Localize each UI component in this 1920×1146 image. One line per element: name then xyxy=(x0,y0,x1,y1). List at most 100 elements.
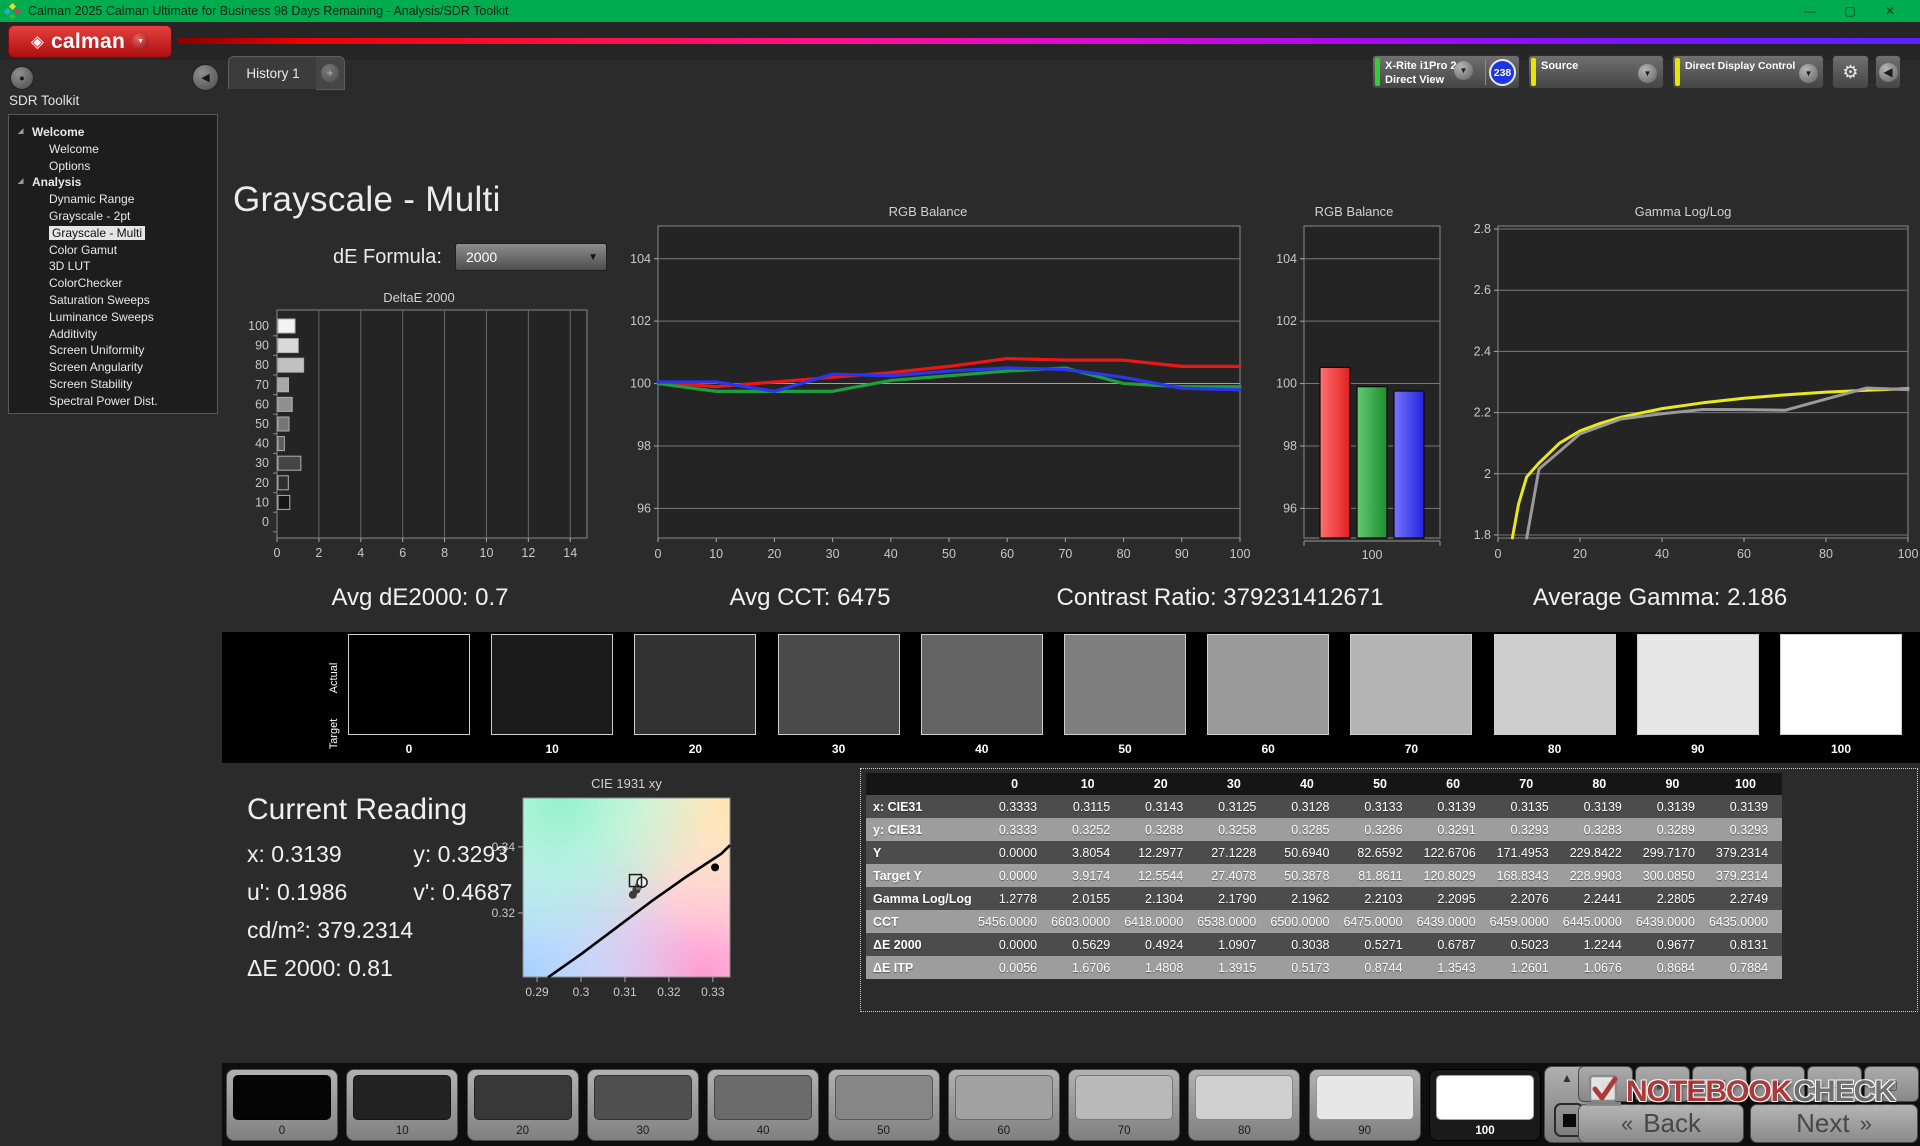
pattern-button-100[interactable]: 100 xyxy=(1429,1069,1541,1141)
close-button[interactable]: ✕ xyxy=(1870,0,1910,22)
pattern-button-30[interactable]: 30 xyxy=(587,1069,699,1141)
swatch-80 xyxy=(1494,634,1616,735)
workflow-tree: ◢WelcomeWelcomeOptions◢AnalysisDynamic R… xyxy=(8,114,218,414)
svg-text:70: 70 xyxy=(255,378,269,392)
pattern-button-10[interactable]: 10 xyxy=(346,1069,458,1141)
pattern-button-20[interactable]: 20 xyxy=(467,1069,579,1141)
pattern-label: 0 xyxy=(227,1125,337,1137)
minimize-button[interactable]: — xyxy=(1790,0,1830,22)
sidebar-item-grayscale-2pt[interactable]: Grayscale - 2pt xyxy=(9,208,217,225)
chevron-down-icon[interactable]: ▼ xyxy=(1799,64,1818,83)
workspace-options-button[interactable]: ● xyxy=(10,66,34,90)
svg-text:40: 40 xyxy=(1655,547,1669,561)
value-cell: 6603.0000 xyxy=(1051,910,1124,933)
sidebar-item-3d-lut[interactable]: 3D LUT xyxy=(9,258,217,275)
transport-button-3[interactable]: ▤ xyxy=(1692,1066,1747,1102)
value-cell: 0.8744 xyxy=(1343,956,1416,979)
svg-text:0.31: 0.31 xyxy=(613,985,637,999)
sidebar-item-colorchecker[interactable]: ColorChecker xyxy=(9,275,217,292)
calman-logo-text: calman xyxy=(51,30,125,54)
value-cell: 6439.0000 xyxy=(1636,910,1709,933)
chevron-down-icon[interactable]: ▼ xyxy=(1454,61,1473,80)
transport-button-1[interactable]: ◼ xyxy=(1578,1066,1633,1102)
value-cell: 0.3125 xyxy=(1197,795,1270,818)
value-cell: 2.1304 xyxy=(1124,887,1197,910)
transport-button-2[interactable]: ▶ xyxy=(1635,1066,1690,1102)
col-header: 0 xyxy=(978,773,1051,795)
sidebar-title: SDR Toolkit xyxy=(9,93,79,108)
target-swatch xyxy=(779,691,899,734)
sidebar-item-label: Welcome xyxy=(32,125,84,139)
pattern-button-40[interactable]: 40 xyxy=(707,1069,819,1141)
svg-text:20: 20 xyxy=(255,476,269,490)
pattern-button-80[interactable]: 80 xyxy=(1188,1069,1300,1141)
calman-menu-button[interactable]: ◈ calman ▼ xyxy=(8,25,172,58)
pattern-button-60[interactable]: 60 xyxy=(948,1069,1060,1141)
swatch-level-label: 90 xyxy=(1637,742,1759,756)
pattern-label: 80 xyxy=(1189,1125,1299,1137)
value-cell: 1.4808 xyxy=(1124,956,1197,979)
sidebar-item-spectral-power-dist[interactable]: Spectral Power Dist. xyxy=(9,393,217,410)
source-dropdown[interactable]: Source ▼ xyxy=(1528,55,1664,89)
swatch-level-label: 10 xyxy=(491,742,613,756)
sidebar-item-welcome[interactable]: Welcome xyxy=(9,141,217,158)
sidebar-item-welcome[interactable]: ◢ Welcome xyxy=(9,124,217,141)
tree-expanded-icon[interactable]: ◢ xyxy=(18,174,23,191)
sidebar-item-additivity[interactable]: Additivity xyxy=(9,326,217,343)
sidebar-item-options[interactable]: Options xyxy=(9,158,217,175)
settings-button[interactable]: ⚙ xyxy=(1832,55,1869,89)
app-icon-diamond xyxy=(14,7,21,14)
sidebar-item-grayscale-multi[interactable]: Grayscale - Multi xyxy=(9,225,217,242)
panel-collapse-button[interactable]: ◀ xyxy=(1875,55,1901,89)
pattern-button-90[interactable]: 90 xyxy=(1309,1069,1421,1141)
sidebar-item-saturation-sweeps[interactable]: Saturation Sweeps xyxy=(9,292,217,309)
de-formula-select[interactable]: 2000 ▼ xyxy=(455,243,607,271)
sidebar-item-screen-uniformity[interactable]: Screen Uniformity xyxy=(9,342,217,359)
transport-button-6[interactable]: ▢ xyxy=(1864,1066,1919,1102)
sidebar-item-screen-angularity[interactable]: Screen Angularity xyxy=(9,359,217,376)
value-cell: 6500.0000 xyxy=(1270,910,1343,933)
value-cell: 6538.0000 xyxy=(1197,910,1270,933)
cie-1931-chart: 0.320.340.290.30.310.320.33 xyxy=(481,796,781,1001)
add-tab-button[interactable]: + xyxy=(316,56,345,90)
svg-text:1.8: 1.8 xyxy=(1474,528,1491,542)
value-cell: 5456.0000 xyxy=(978,910,1051,933)
value-cell: 6475.0000 xyxy=(1343,910,1416,933)
swatch-level-label: 0 xyxy=(348,742,470,756)
sidebar-item-analysis[interactable]: ◢Analysis xyxy=(9,174,217,191)
meter-dropdown[interactable]: X-Rite i1Pro 2 Direct View ▼ 238 xyxy=(1372,55,1520,89)
window-controls: —▢✕ xyxy=(1790,0,1910,22)
svg-text:90: 90 xyxy=(1175,547,1189,561)
display-control-status-stripe xyxy=(1675,58,1680,86)
x-label: x: xyxy=(247,841,265,867)
sidebar-item-dynamic-range[interactable]: Dynamic Range xyxy=(9,191,217,208)
chevron-right-icon: » xyxy=(1860,1111,1872,1137)
transport-button-5[interactable]: ↻ xyxy=(1807,1066,1862,1102)
pattern-button-70[interactable]: 70 xyxy=(1068,1069,1180,1141)
back-button[interactable]: « Back xyxy=(1578,1104,1744,1143)
sidebar-item-luminance-sweeps[interactable]: Luminance Sweeps xyxy=(9,309,217,326)
sidebar-item-screen-stability[interactable]: Screen Stability xyxy=(9,376,217,393)
maximize-button[interactable]: ▢ xyxy=(1830,0,1870,22)
value-cell: 82.6592 xyxy=(1343,841,1416,864)
de-label: ΔE 2000: xyxy=(247,955,342,981)
value-cell: 2.2103 xyxy=(1343,887,1416,910)
pattern-swatch xyxy=(835,1075,933,1120)
svg-text:30: 30 xyxy=(826,547,840,561)
value-cell: 0.5271 xyxy=(1343,933,1416,956)
pattern-button-0[interactable]: 0 xyxy=(226,1069,338,1141)
source-status-stripe xyxy=(1531,58,1536,86)
sidebar-item-color-gamut[interactable]: Color Gamut xyxy=(9,242,217,259)
tab-history-1[interactable]: History 1 xyxy=(228,56,318,89)
next-button[interactable]: Next » xyxy=(1750,1104,1918,1143)
display-control-dropdown[interactable]: Direct Display Control ▼ xyxy=(1672,55,1824,89)
tree-expanded-icon[interactable]: ◢ xyxy=(18,124,23,141)
back-label: Back xyxy=(1643,1108,1701,1139)
sidebar-collapse-button[interactable]: ◀ xyxy=(192,64,219,91)
pattern-button-50[interactable]: 50 xyxy=(828,1069,940,1141)
actual-swatch xyxy=(1351,635,1471,691)
value-cell: 0.0000 xyxy=(978,841,1051,864)
svg-text:10: 10 xyxy=(709,547,723,561)
transport-button-4[interactable]: ◉ xyxy=(1750,1066,1805,1102)
chevron-down-icon[interactable]: ▼ xyxy=(1638,64,1657,83)
